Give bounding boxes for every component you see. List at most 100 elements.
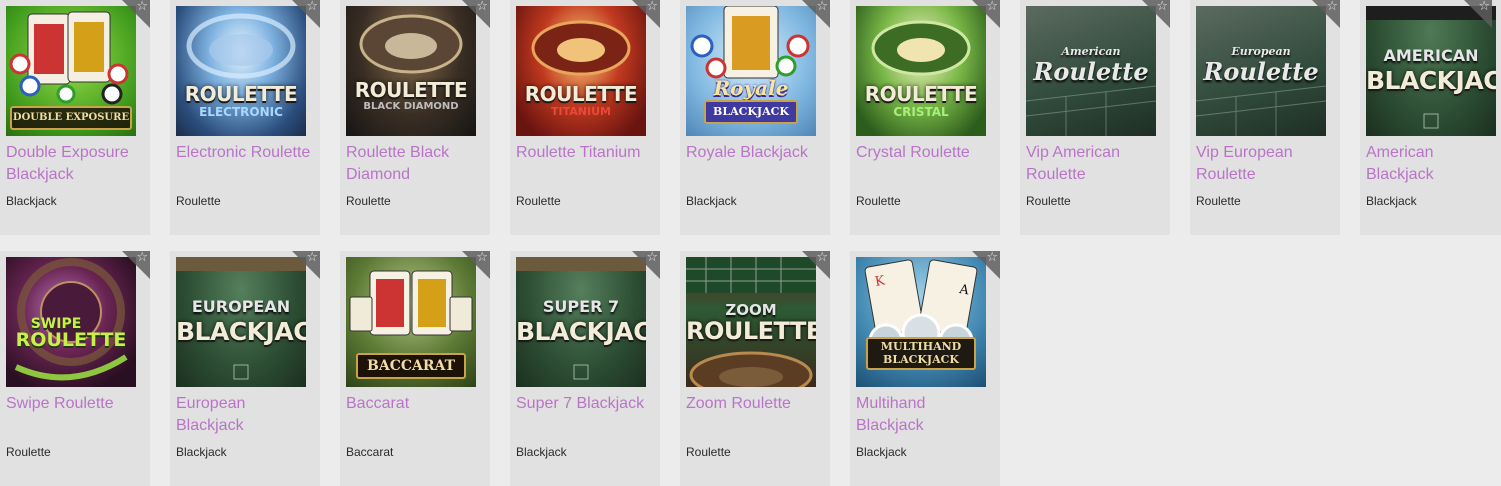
game-category: Roulette — [856, 194, 901, 208]
game-card-electronic-roulette[interactable]: ROULETTE ELECTRONIC ☆ Electronic Roulett… — [170, 0, 320, 235]
game-card-super-7-blackjack[interactable]: SUPER 7 BLACKJACK ☆ Super 7 Blackjack Bl… — [510, 250, 660, 486]
game-category: Roulette — [686, 445, 731, 459]
star-outline-icon[interactable]: ☆ — [1326, 0, 1338, 14]
thumb-title: BLACKJACK — [1366, 66, 1496, 95]
game-category: Roulette — [6, 445, 51, 459]
star-outline-icon[interactable]: ☆ — [476, 250, 488, 265]
game-category: Blackjack — [856, 445, 907, 459]
game-thumbnail[interactable]: K A MULTIHAND BLACKJACK — [856, 257, 986, 387]
thumb-title: Roulette — [1033, 57, 1149, 86]
game-thumbnail[interactable]: ZOOM ROULETTE — [686, 257, 816, 387]
thumb-title: Roulette — [1203, 57, 1319, 86]
game-thumbnail[interactable]: SWIPE ROULETTE — [6, 257, 136, 387]
game-card-double-exposure-blackjack[interactable]: DOUBLE EXPOSURE ☆ Double Exposure Blackj… — [0, 0, 150, 235]
thumb-title: ROULETTE — [524, 82, 638, 106]
thumb-subtitle: CRISTAL — [893, 105, 949, 119]
thumb-subtitle: ELECTRONIC — [199, 105, 283, 119]
game-card-zoom-roulette[interactable]: ZOOM ROULETTE ☆ Zoom Roulette Roulette — [680, 250, 830, 486]
game-card-european-blackjack[interactable]: EUROPEAN BLACKJACK ☆ European Blackjack … — [170, 250, 320, 486]
game-card-vip-american-roulette[interactable]: American Roulette ☆ Vip American Roulett… — [1020, 0, 1170, 235]
star-outline-icon[interactable]: ☆ — [306, 0, 318, 14]
game-thumbnail[interactable]: Royale BLACKJACK — [686, 6, 816, 136]
thumb-title: DOUBLE EXPOSURE — [10, 106, 132, 130]
game-name[interactable]: American Blackjack — [1366, 142, 1496, 186]
game-category: Blackjack — [686, 194, 737, 208]
game-thumbnail[interactable]: ROULETTE TITANIUM — [516, 6, 646, 136]
game-name[interactable]: Zoom Roulette — [686, 393, 824, 415]
game-name[interactable]: Crystal Roulette — [856, 142, 994, 164]
game-name[interactable]: European Blackjack — [176, 393, 314, 437]
game-thumbnail[interactable]: European Roulette — [1196, 6, 1326, 136]
star-outline-icon[interactable]: ☆ — [476, 0, 488, 14]
thumb-title: ROULETTE — [686, 317, 816, 345]
game-category: Roulette — [516, 194, 561, 208]
thumb-title: ROULETTE — [184, 82, 298, 106]
game-thumbnail[interactable]: ROULETTE BLACK DIAMOND — [346, 6, 476, 136]
game-category: Blackjack — [516, 445, 567, 459]
game-card-roulette-titanium[interactable]: ROULETTE TITANIUM ☆ Roulette Titanium Ro… — [510, 0, 660, 235]
thumb-subtitle: MULTIHAND — [880, 340, 962, 353]
game-name[interactable]: Swipe Roulette — [6, 393, 144, 415]
thumb-title: BLACKJACK — [176, 317, 306, 346]
game-thumbnail[interactable]: BACCARAT — [346, 257, 476, 387]
game-card-swipe-roulette[interactable]: SWIPE ROULETTE ☆ Swipe Roulette Roulette — [0, 250, 150, 486]
game-name[interactable]: Double Exposure Blackjack — [6, 142, 144, 186]
thumb-title: Royale — [713, 76, 789, 100]
star-outline-icon[interactable]: ☆ — [1156, 0, 1168, 14]
star-outline-icon[interactable]: ☆ — [986, 250, 998, 265]
thumb-title: ROULETTE — [15, 329, 127, 351]
game-category: Baccarat — [346, 445, 394, 459]
star-outline-icon[interactable]: ☆ — [306, 250, 318, 265]
star-outline-icon[interactable]: ☆ — [986, 0, 998, 14]
star-outline-icon[interactable]: ☆ — [1478, 0, 1490, 14]
game-name[interactable]: Electronic Roulette — [176, 142, 314, 164]
game-category: Roulette — [1196, 194, 1241, 208]
game-name[interactable]: Multihand Blackjack — [856, 393, 994, 437]
game-category: Blackjack — [6, 194, 57, 208]
game-name[interactable]: Roulette Black Diamond — [346, 142, 484, 186]
game-thumbnail[interactable]: SUPER 7 BLACKJACK — [516, 257, 646, 387]
thumb-subtitle: European — [1231, 45, 1291, 58]
thumb-subtitle: TITANIUM — [551, 105, 611, 118]
game-thumbnail[interactable]: ROULETTE ELECTRONIC — [176, 6, 306, 136]
thumb-title: BLACKJACK — [883, 353, 959, 366]
thumb-title: BACCARAT — [356, 353, 466, 379]
game-card-baccarat[interactable]: BACCARAT ☆ Baccarat Baccarat — [340, 250, 490, 486]
thumb-title: ROULETTE — [354, 78, 468, 102]
thumb-title: BLACKJACK — [516, 317, 646, 346]
game-card-multihand-blackjack[interactable]: K A MULTIHAND BLACKJACK ☆ Multihand Blac… — [850, 250, 1000, 486]
game-thumbnail[interactable]: American Roulette — [1026, 6, 1156, 136]
star-outline-icon[interactable]: ☆ — [816, 0, 828, 14]
thumb-subtitle: American — [1061, 45, 1121, 58]
game-card-roulette-black-diamond[interactable]: ROULETTE BLACK DIAMOND ☆ Roulette Black … — [340, 0, 490, 235]
game-category: Blackjack — [176, 445, 227, 459]
game-category: Roulette — [176, 194, 221, 208]
game-name[interactable]: Super 7 Blackjack — [516, 393, 654, 415]
game-thumbnail[interactable]: ROULETTE CRISTAL — [856, 6, 986, 136]
game-name[interactable]: Vip American Roulette — [1026, 142, 1164, 186]
game-thumbnail[interactable]: EUROPEAN BLACKJACK — [176, 257, 306, 387]
game-category: Roulette — [346, 194, 391, 208]
game-category: Roulette — [1026, 194, 1071, 208]
game-name[interactable]: Roulette Titanium — [516, 142, 654, 164]
thumb-subtitle: EUROPEAN — [191, 297, 291, 316]
game-name[interactable]: Baccarat — [346, 393, 484, 415]
game-card-royale-blackjack[interactable]: Royale BLACKJACK ☆ Royale Blackjack Blac… — [680, 0, 830, 235]
star-outline-icon[interactable]: ☆ — [136, 0, 148, 14]
game-card-crystal-roulette[interactable]: ROULETTE CRISTAL ☆ Crystal Roulette Roul… — [850, 0, 1000, 235]
star-outline-icon[interactable]: ☆ — [646, 250, 658, 265]
thumb-title: ROULETTE — [864, 82, 978, 106]
star-outline-icon[interactable]: ☆ — [646, 0, 658, 14]
thumb-subtitle: AMERICAN — [1383, 46, 1479, 65]
game-category: Blackjack — [1366, 194, 1417, 208]
game-name[interactable]: Royale Blackjack — [686, 142, 824, 164]
star-outline-icon[interactable]: ☆ — [136, 250, 148, 265]
game-name[interactable]: Vip European Roulette — [1196, 142, 1334, 186]
thumb-subtitle: BLACKJACK — [704, 100, 798, 124]
thumb-subtitle: ZOOM — [725, 301, 777, 319]
star-outline-icon[interactable]: ☆ — [816, 250, 828, 265]
thumb-subtitle: BLACK DIAMOND — [363, 101, 459, 112]
game-thumbnail[interactable]: DOUBLE EXPOSURE — [6, 6, 136, 136]
game-card-american-blackjack[interactable]: AMERICAN BLACKJACK ☆ American Blackjack … — [1360, 0, 1501, 235]
game-card-vip-european-roulette[interactable]: European Roulette ☆ Vip European Roulett… — [1190, 0, 1340, 235]
